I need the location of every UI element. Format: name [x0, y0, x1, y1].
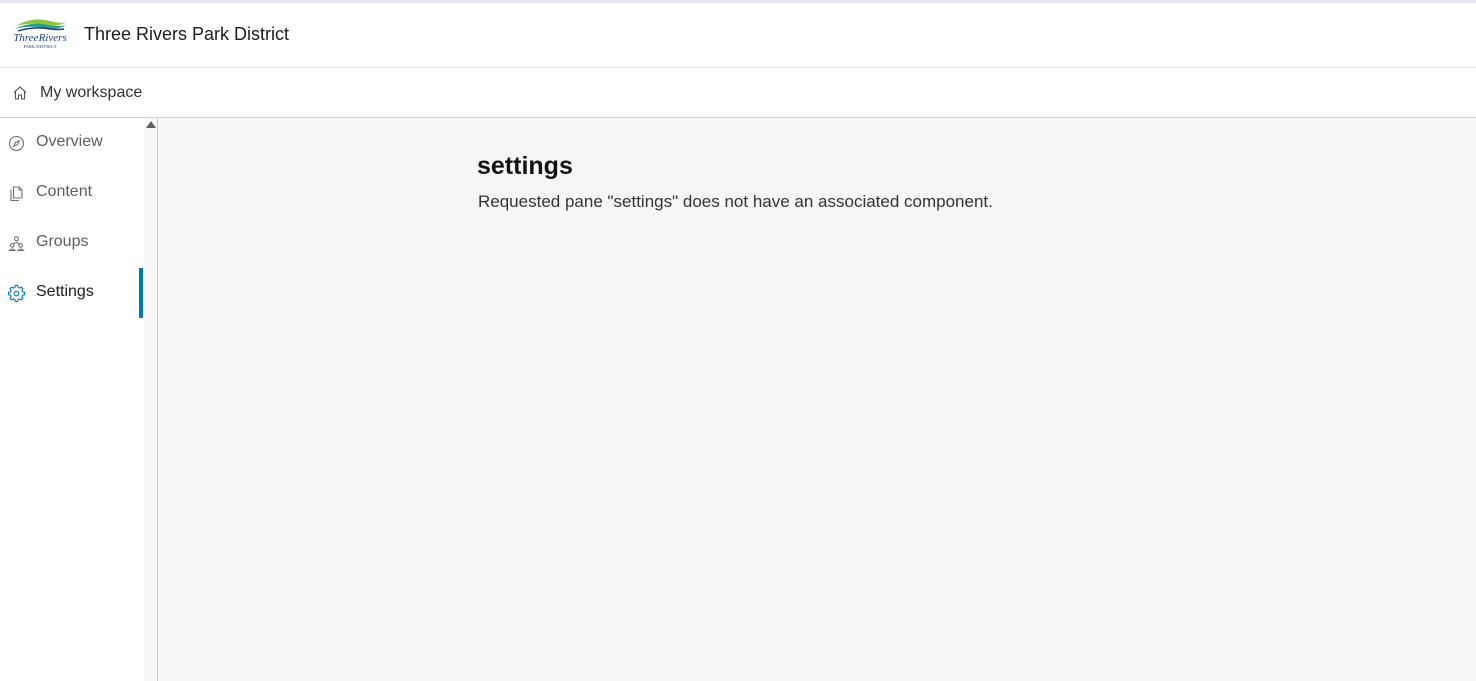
app-title: Three Rivers Park District — [84, 24, 290, 44]
gear-icon — [7, 284, 25, 302]
app-header: ThreeRivers PARK DISTRICT Three Rivers P… — [0, 3, 1476, 68]
svg-text:ThreeRivers: ThreeRivers — [13, 32, 66, 44]
active-indicator — [139, 268, 143, 318]
main-pane: settings Requested pane "settings" does … — [159, 118, 1476, 681]
pane-title: settings — [477, 152, 573, 180]
groups-icon — [7, 234, 25, 252]
sidebar-item-groups[interactable]: Groups — [0, 218, 144, 268]
sidebar-scrollbar[interactable] — [144, 118, 158, 681]
compass-icon — [7, 134, 25, 152]
sidebar-item-overview[interactable]: Overview — [0, 118, 144, 168]
svg-text:PARK DISTRICT: PARK DISTRICT — [24, 44, 57, 49]
sidebar-item-settings[interactable]: Settings — [0, 268, 144, 318]
sidebar-item-label: Content — [36, 183, 93, 200]
breadcrumb-label: My workspace — [40, 84, 143, 101]
sidebar-nav: Overview Content Groups Settings — [0, 118, 144, 681]
scroll-up-arrow-icon[interactable] — [146, 121, 156, 128]
pane-message: Requested pane "settings" does not have … — [478, 192, 993, 211]
sidebar-item-label: Settings — [36, 283, 94, 300]
documents-icon — [7, 184, 25, 202]
three-rivers-logo[interactable]: ThreeRivers PARK DISTRICT — [10, 16, 70, 52]
breadcrumb-my-workspace[interactable]: My workspace — [11, 81, 142, 105]
breadcrumb: My workspace — [0, 68, 1476, 118]
sidebar-item-label: Overview — [36, 133, 103, 150]
sidebar-item-label: Groups — [36, 233, 89, 250]
sidebar-item-content[interactable]: Content — [0, 168, 144, 218]
home-icon — [11, 84, 29, 102]
